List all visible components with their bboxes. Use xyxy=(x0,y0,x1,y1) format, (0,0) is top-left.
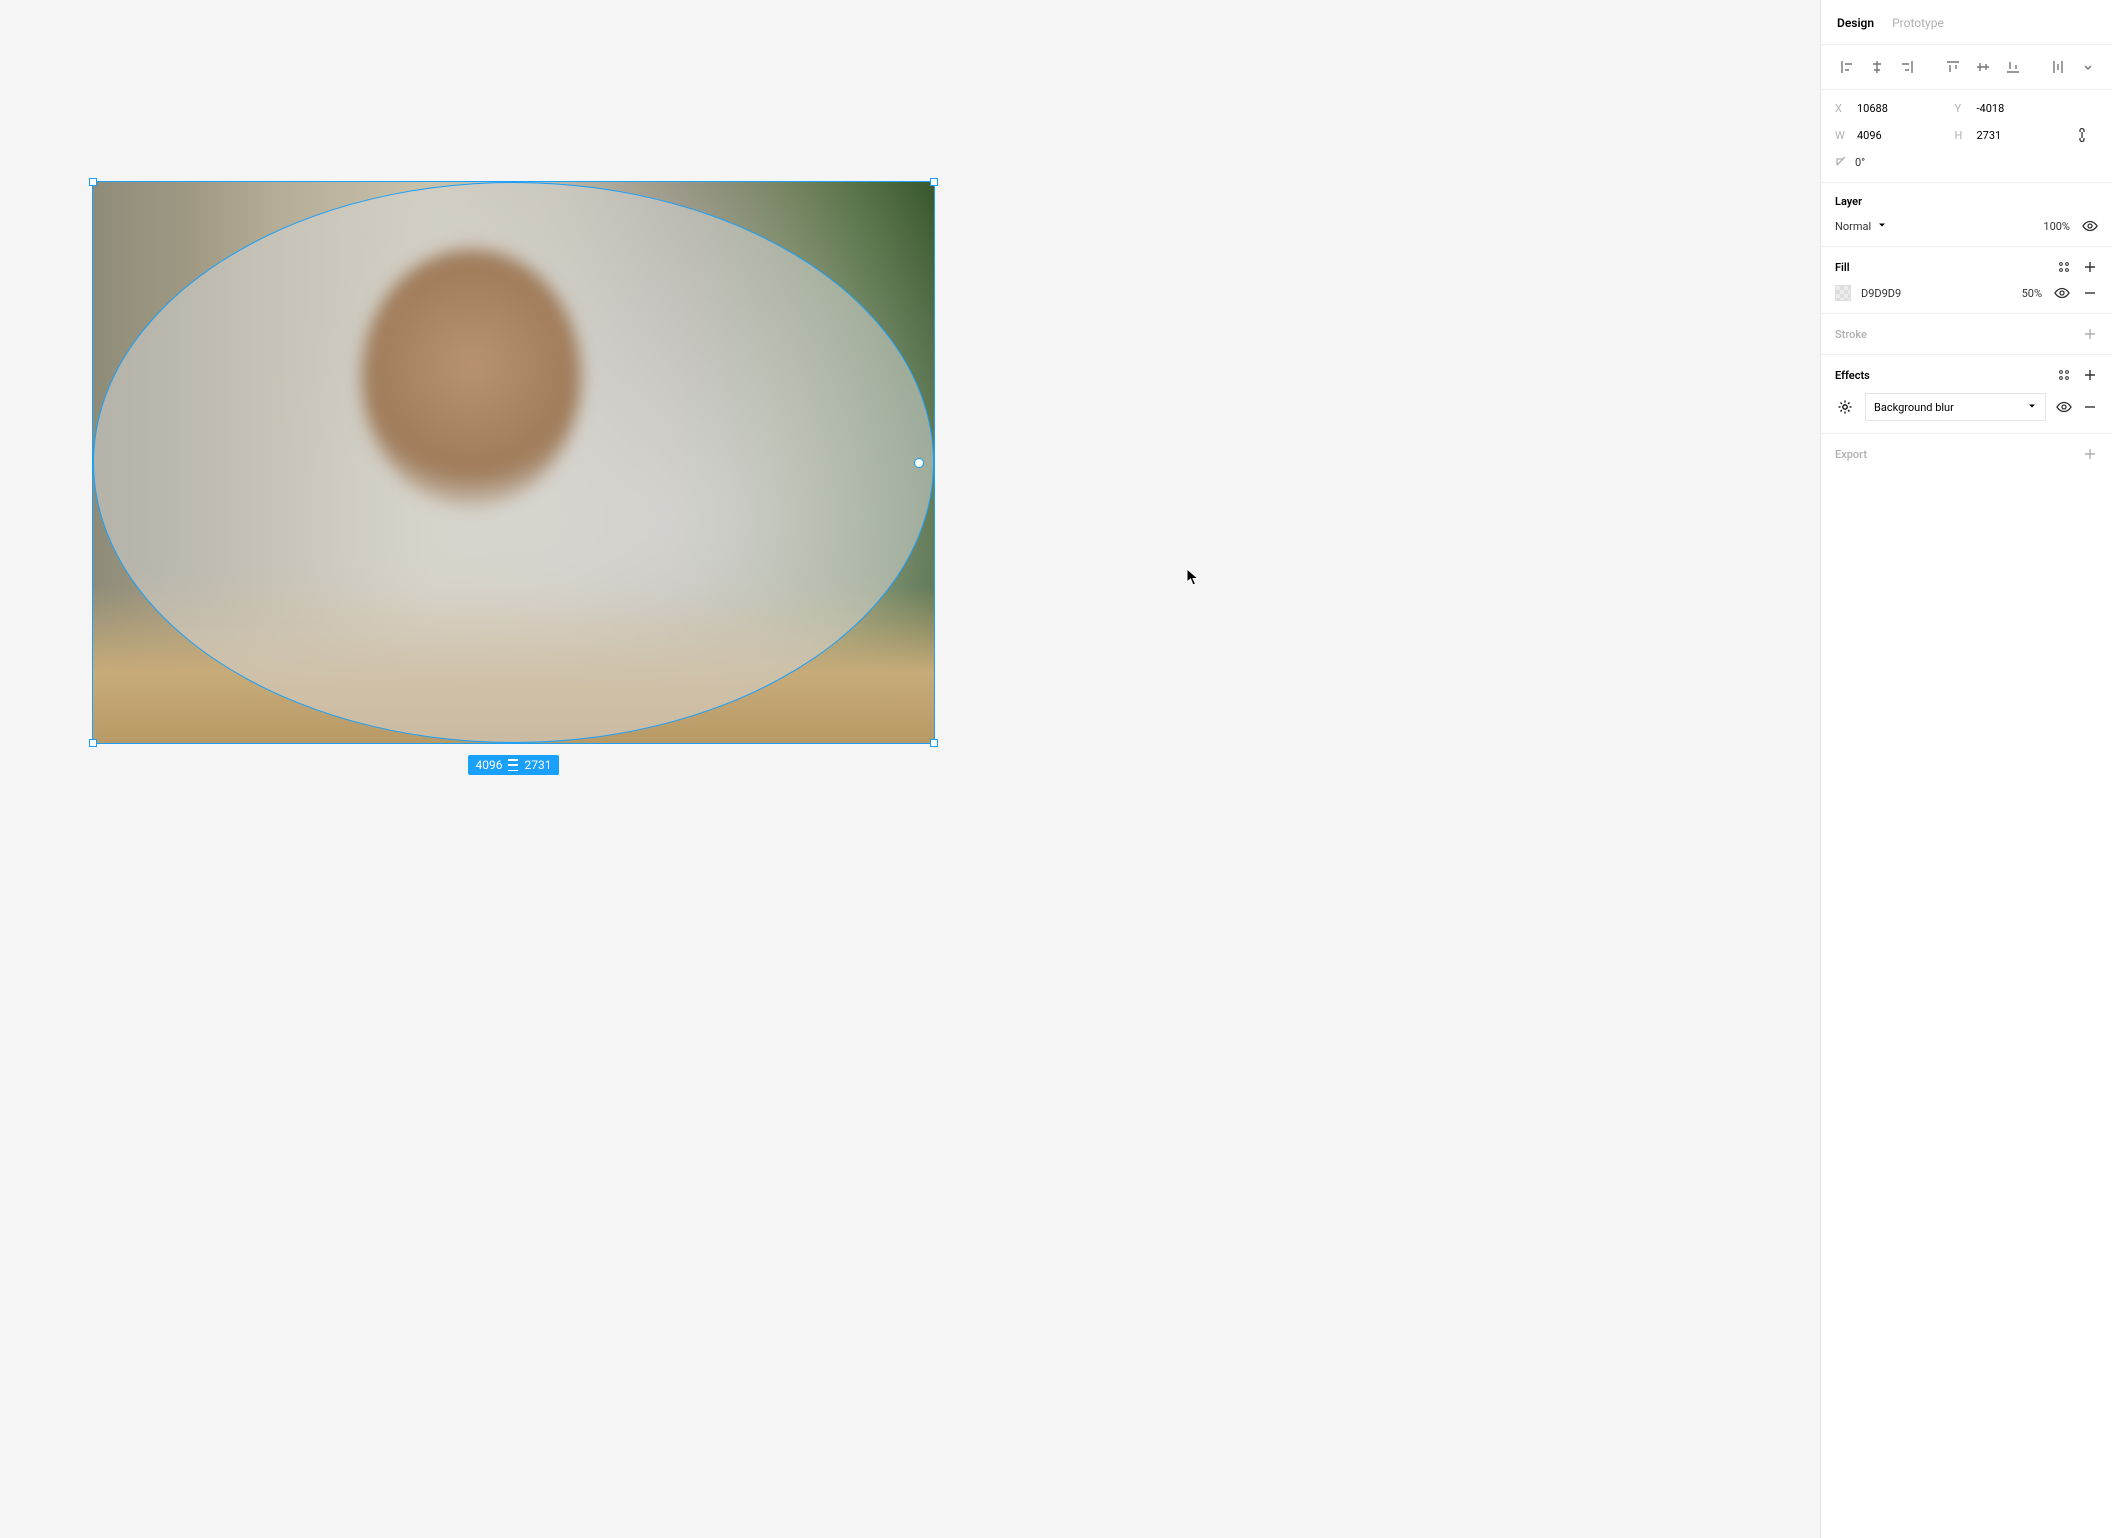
chevron-down-icon xyxy=(2027,401,2037,414)
effects-section: Effects Background blur xyxy=(1821,355,2112,434)
align-vcenter-icon[interactable] xyxy=(1971,55,1995,79)
effect-type-select[interactable]: Background blur xyxy=(1865,393,2046,421)
x-label: X xyxy=(1835,102,1849,115)
effects-title: Effects xyxy=(1835,369,1870,382)
fill-color-swatch[interactable] xyxy=(1835,285,1851,301)
rotation-icon xyxy=(1835,155,1847,170)
design-panel: Design Prototype xyxy=(1820,0,2112,1538)
eye-icon[interactable] xyxy=(2082,218,2098,234)
selection-handle-tr[interactable] xyxy=(930,178,938,186)
eye-icon[interactable] xyxy=(2054,285,2070,301)
alignment-controls xyxy=(1821,45,2112,90)
fill-hex-field[interactable]: D9D9D9 xyxy=(1861,287,1901,300)
add-fill-icon[interactable] xyxy=(2082,259,2098,275)
fill-opacity-field[interactable]: 50% xyxy=(2022,287,2042,300)
eye-icon[interactable] xyxy=(2056,399,2072,415)
rotation-field[interactable]: 0° xyxy=(1835,155,2098,170)
tab-design[interactable]: Design xyxy=(1837,16,1874,30)
constrain-proportions-icon[interactable] xyxy=(2074,127,2090,143)
align-top-icon[interactable] xyxy=(1941,55,1965,79)
w-value: 4096 xyxy=(1857,129,1882,142)
add-export-icon[interactable] xyxy=(2082,446,2098,462)
selection-height: 2731 xyxy=(525,758,552,772)
layer-title: Layer xyxy=(1835,195,1862,208)
blur-ellipse-shape[interactable] xyxy=(93,182,934,743)
panel-tabs: Design Prototype xyxy=(1821,0,2112,45)
ellipse-arc-handle[interactable] xyxy=(914,458,924,468)
align-right-icon[interactable] xyxy=(1895,55,1919,79)
tab-prototype[interactable]: Prototype xyxy=(1892,16,1944,30)
fill-styles-icon[interactable] xyxy=(2056,259,2072,275)
align-left-icon[interactable] xyxy=(1835,55,1859,79)
dimensions-separator-icon xyxy=(509,759,519,771)
layer-opacity-field[interactable]: 100% xyxy=(2043,220,2070,233)
width-field[interactable]: W 4096 xyxy=(1835,129,1945,142)
add-effect-icon[interactable] xyxy=(2082,367,2098,383)
selection-handle-tl[interactable] xyxy=(89,178,97,186)
layer-section: Layer Normal 100% xyxy=(1821,183,2112,247)
stroke-section: Stroke xyxy=(1821,314,2112,355)
add-stroke-icon[interactable] xyxy=(2082,326,2098,342)
w-label: W xyxy=(1835,129,1849,142)
h-value: 2731 xyxy=(1977,129,2002,142)
distribute-icon[interactable] xyxy=(2046,55,2070,79)
export-title: Export xyxy=(1835,448,1867,461)
selection-handle-br[interactable] xyxy=(930,739,938,747)
blend-mode-value: Normal xyxy=(1835,220,1871,233)
selected-frame[interactable]: 4096 2731 xyxy=(92,181,935,744)
selection-dimensions-badge: 4096 2731 xyxy=(468,755,560,775)
x-field[interactable]: X 10688 xyxy=(1835,102,1945,115)
fill-title: Fill xyxy=(1835,261,1850,274)
effects-styles-icon[interactable] xyxy=(2056,367,2072,383)
rotation-value: 0° xyxy=(1855,156,1865,169)
more-align-icon[interactable] xyxy=(2076,55,2100,79)
fill-section: Fill D9D9D9 50% xyxy=(1821,247,2112,314)
y-label: Y xyxy=(1955,102,1969,115)
chevron-down-icon xyxy=(1877,220,1887,233)
selection-handle-bl[interactable] xyxy=(89,739,97,747)
canvas-area[interactable]: 4096 2731 xyxy=(0,0,1820,1538)
blend-mode-select[interactable]: Normal xyxy=(1835,220,1887,233)
export-section: Export xyxy=(1821,434,2112,474)
effect-settings-icon[interactable] xyxy=(1835,397,1855,417)
stroke-title: Stroke xyxy=(1835,328,1867,341)
remove-effect-icon[interactable] xyxy=(2082,399,2098,415)
height-field[interactable]: H 2731 xyxy=(1955,129,2065,142)
align-hcenter-icon[interactable] xyxy=(1865,55,1889,79)
x-value: 10688 xyxy=(1857,102,1888,115)
effect-type-value: Background blur xyxy=(1874,401,1954,414)
remove-fill-icon[interactable] xyxy=(2082,285,2098,301)
y-value: -4018 xyxy=(1977,102,2005,115)
selection-width: 4096 xyxy=(476,758,503,772)
h-label: H xyxy=(1955,129,1969,142)
y-field[interactable]: Y -4018 xyxy=(1955,102,2065,115)
align-bottom-icon[interactable] xyxy=(2001,55,2025,79)
transform-section: X 10688 Y -4018 W 4096 H 2731 xyxy=(1821,90,2112,183)
